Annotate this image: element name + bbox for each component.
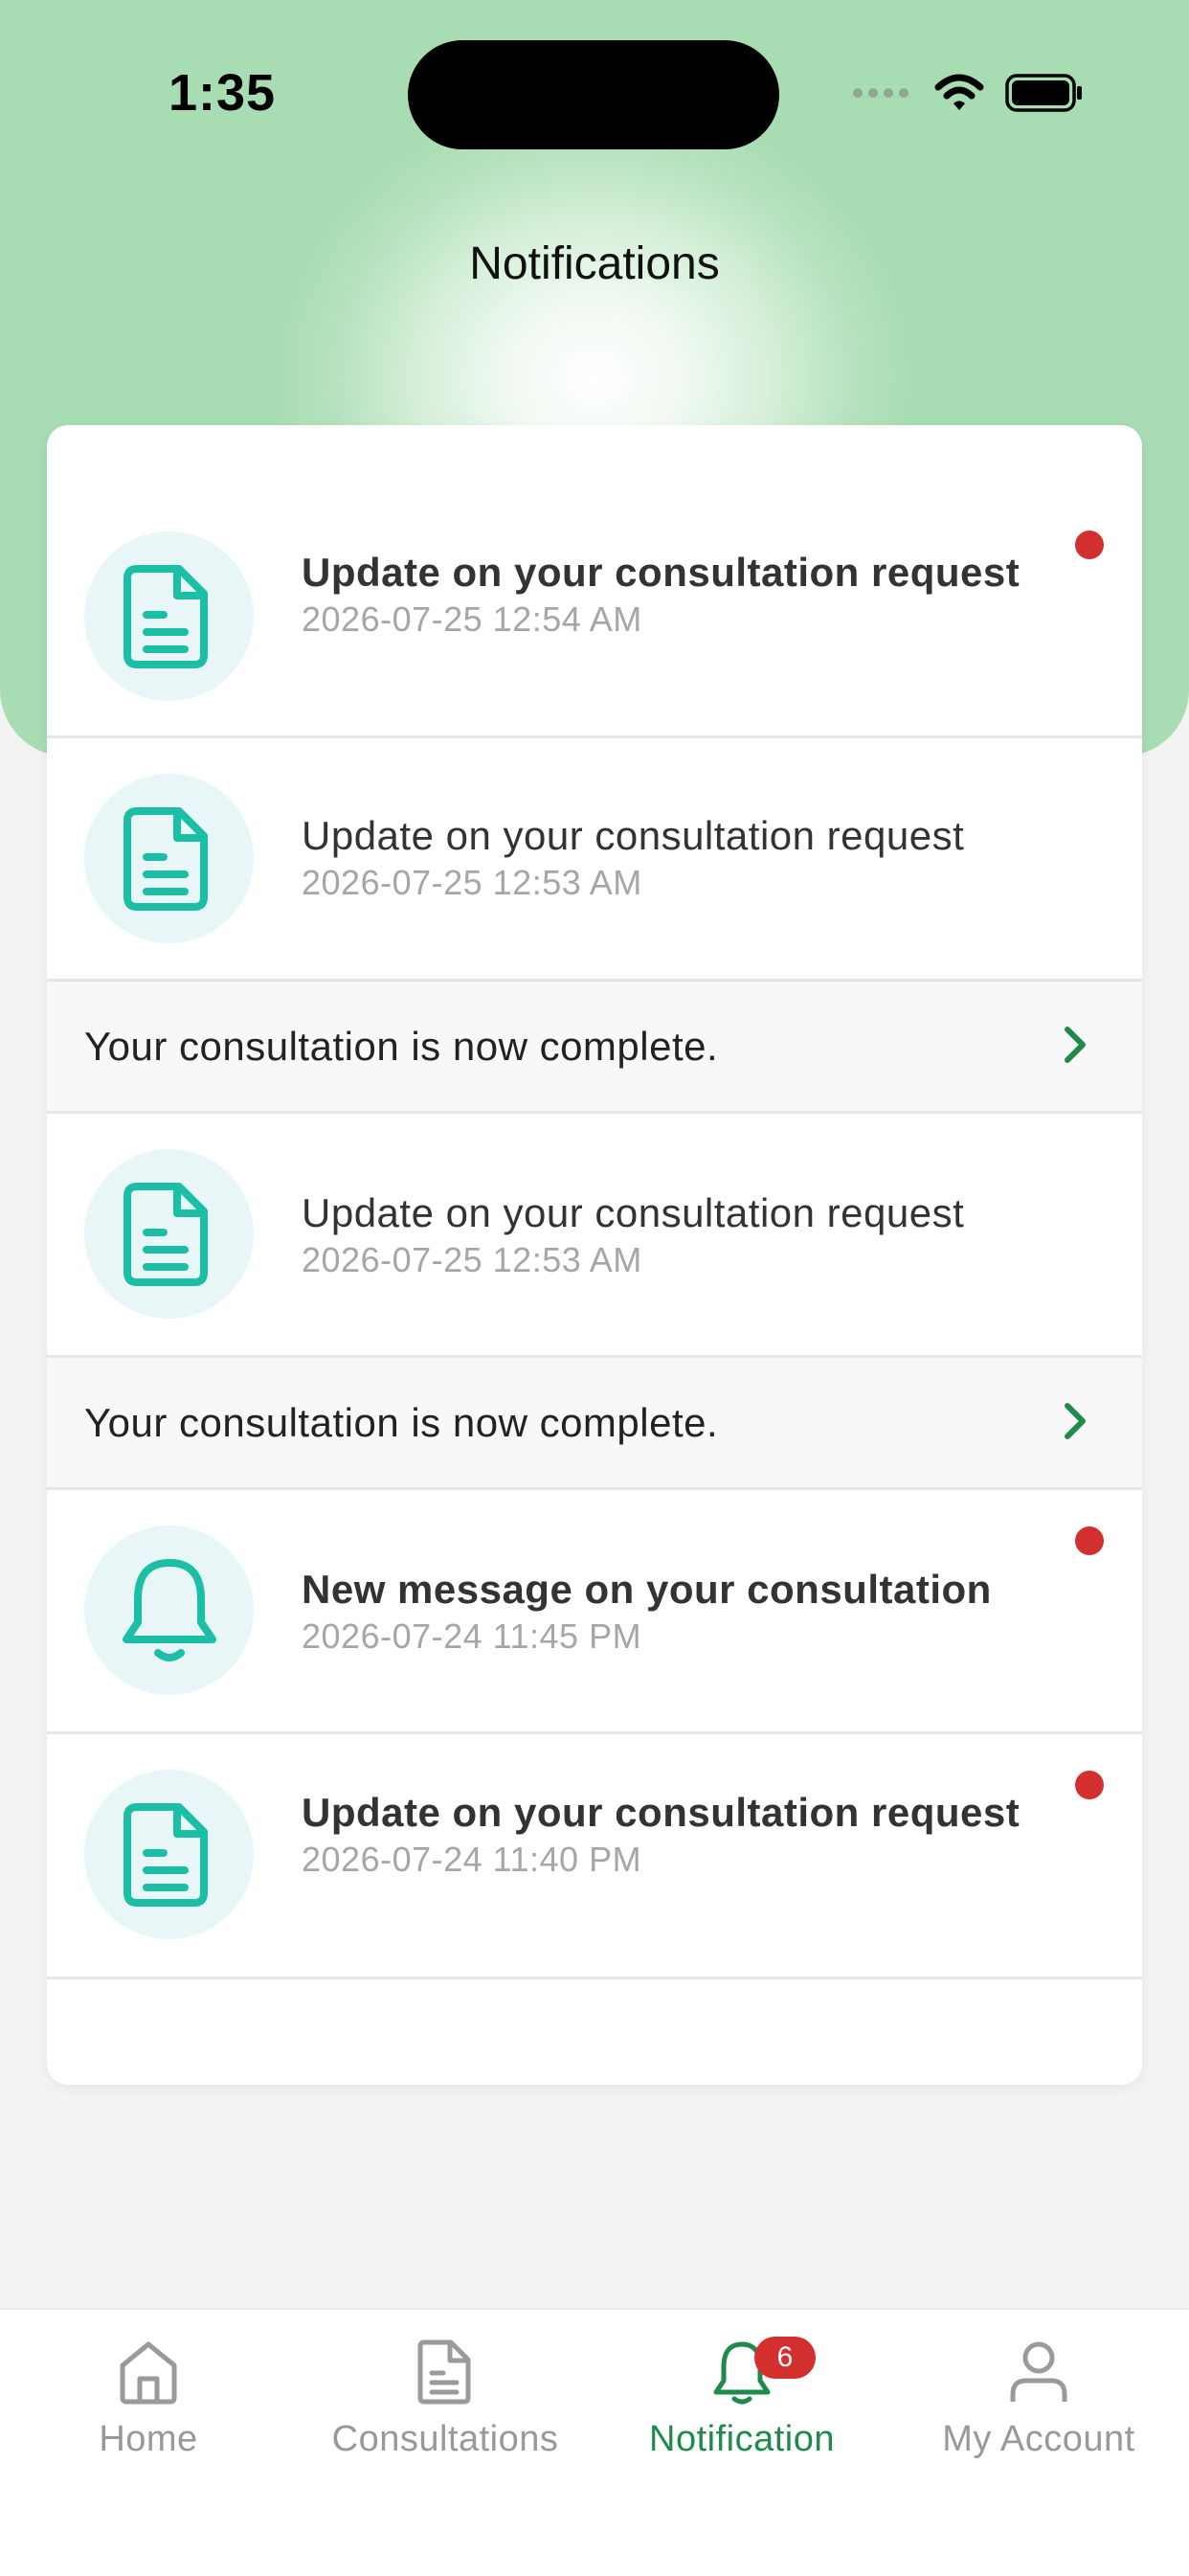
- unread-dot: [1075, 531, 1104, 559]
- document-icon: [297, 2339, 594, 2409]
- dynamic-island: [408, 40, 779, 149]
- tab-home[interactable]: Home: [0, 2339, 297, 2460]
- notification-item[interactable]: Update on your consultation request 2026…: [47, 738, 1142, 982]
- tab-label: My Account: [942, 2419, 1135, 2459]
- notification-time: 2026-07-25 12:53 AM: [302, 1240, 642, 1279]
- unread-dot: [1075, 1526, 1104, 1555]
- chevron-right-icon: [1062, 1400, 1090, 1447]
- tab-my-account[interactable]: My Account: [890, 2339, 1187, 2460]
- chevron-right-icon: [1062, 1024, 1090, 1071]
- document-icon: [84, 774, 254, 943]
- bottom-tab-bar: Home Consultations 6 Notification My Acc…: [0, 2308, 1189, 2576]
- notifications-card: Update on your consultation request 2026…: [47, 425, 1142, 2085]
- consultation-complete-row[interactable]: Your consultation is now complete.: [47, 982, 1142, 1114]
- notification-title: Update on your consultation request: [302, 1190, 965, 1235]
- notification-title: Update on your consultation request: [302, 1790, 1021, 1835]
- tab-label: Consultations: [331, 2419, 559, 2459]
- unread-dot: [1075, 1771, 1104, 1799]
- notification-content: Update on your consultation request 2026…: [302, 815, 1087, 903]
- person-icon: [890, 2339, 1187, 2409]
- notification-content: Update on your consultation request 2026…: [302, 552, 1087, 640]
- consultation-complete-text: Your consultation is now complete.: [84, 1400, 719, 1445]
- document-icon: [84, 1770, 254, 1939]
- notification-item[interactable]: New message on your consultation 2026-07…: [47, 1490, 1142, 1734]
- notification-item[interactable]: Update on your consultation request 2026…: [47, 1734, 1142, 1979]
- wifi-icon: [934, 74, 984, 117]
- notification-time: 2026-07-25 12:53 AM: [302, 863, 642, 902]
- notification-title: Update on your consultation request: [302, 550, 1021, 595]
- notification-content: Update on your consultation request 2026…: [302, 1192, 1087, 1280]
- document-icon: [84, 1149, 254, 1319]
- notification-time: 2026-07-24 11:40 PM: [302, 1840, 642, 1879]
- tab-notification[interactable]: 6 Notification: [594, 2337, 890, 2460]
- notification-time: 2026-07-24 11:45 PM: [302, 1616, 642, 1656]
- home-icon: [0, 2339, 297, 2409]
- status-time: 1:35: [168, 64, 277, 122]
- consultation-complete-text: Your consultation is now complete.: [84, 1024, 719, 1069]
- bell-icon: 6: [594, 2337, 890, 2409]
- tab-consultations[interactable]: Consultations: [297, 2339, 594, 2460]
- tab-label: Home: [99, 2419, 198, 2459]
- notification-time: 2026-07-25 12:54 AM: [302, 599, 642, 639]
- tab-label: Notification: [649, 2419, 835, 2459]
- notification-badge: 6: [754, 2337, 816, 2379]
- notification-title: Update on your consultation request: [302, 813, 965, 858]
- page-title: Notifications: [469, 238, 720, 289]
- notification-content: New message on your consultation 2026-07…: [302, 1569, 1087, 1657]
- notification-item[interactable]: Update on your consultation request 2026…: [47, 425, 1142, 738]
- status-icons: [852, 73, 1084, 118]
- signal-icon: [852, 86, 913, 104]
- consultation-complete-row[interactable]: Your consultation is now complete.: [47, 1358, 1142, 1490]
- bell-icon: [84, 1525, 254, 1695]
- battery-icon: [1005, 73, 1084, 118]
- document-icon: [84, 531, 254, 701]
- notification-title: New message on your consultation: [302, 1567, 992, 1612]
- notification-item[interactable]: Update on your consultation request 2026…: [47, 1114, 1142, 1358]
- notification-content: Update on your consultation request 2026…: [302, 1792, 1087, 1880]
